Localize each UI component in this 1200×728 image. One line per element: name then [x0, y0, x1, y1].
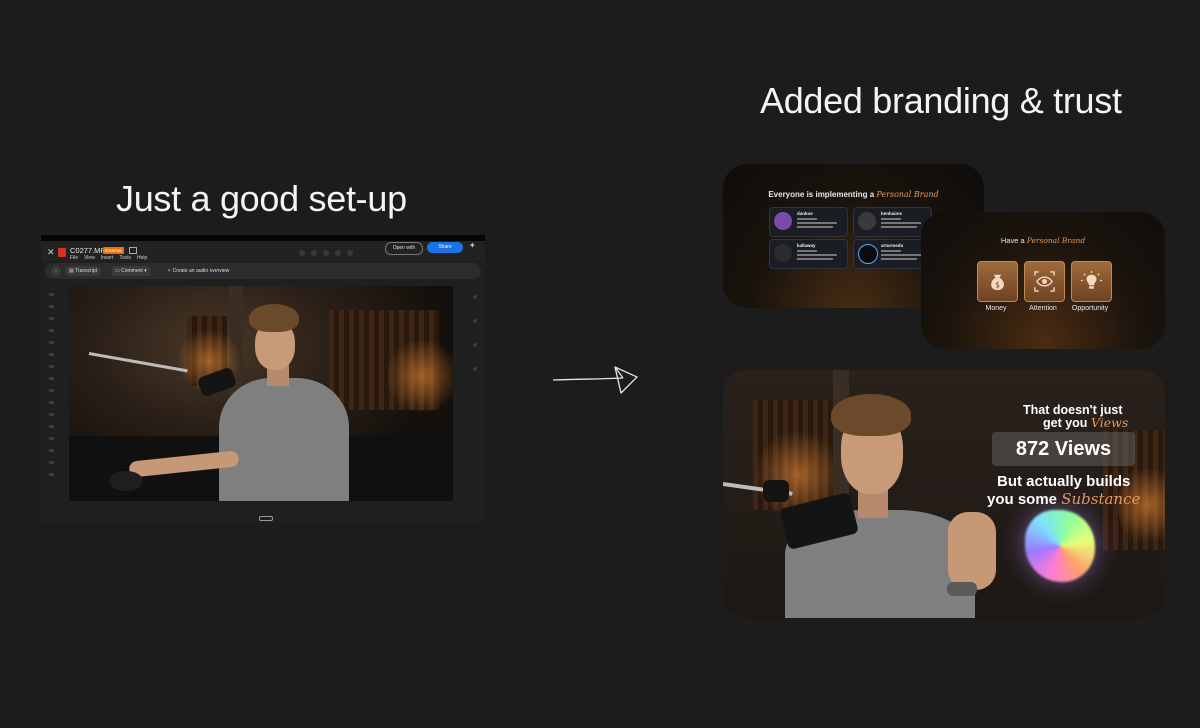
- video-frame[interactable]: [69, 286, 453, 501]
- avatar: [774, 212, 792, 230]
- have-title-prefix: Have a: [1000, 236, 1025, 245]
- views-line-4-prefix: you some: [987, 491, 1058, 508]
- comment-button[interactable]: ▭ Comment ▾: [111, 266, 151, 276]
- views-line-4-accent: Substance: [1061, 490, 1141, 508]
- menu-file[interactable]: File: [70, 255, 78, 261]
- avatar: [858, 244, 878, 264]
- folder-icon[interactable]: [129, 247, 137, 254]
- eye-icon: [1034, 271, 1055, 292]
- menu-view[interactable]: View: [84, 255, 95, 261]
- brand-slide-title: Everyone is implementing a Personal Bran…: [723, 190, 984, 199]
- views-line-3: But actually builds: [997, 473, 1131, 490]
- audio-overview-label: Create an audio overview: [172, 268, 230, 274]
- toolbar-icon[interactable]: [347, 250, 353, 256]
- profile-name: kallaway: [797, 243, 816, 248]
- transcript-label: Transcript: [75, 268, 98, 274]
- svg-text:$: $: [995, 280, 1000, 289]
- avatar: [774, 244, 792, 262]
- gradient-orb: [1025, 510, 1095, 582]
- have-slide-title: Have a Personal Brand: [921, 236, 1165, 245]
- brand-title-prefix: Everyone is implementing a: [768, 190, 875, 199]
- viewer-left-rail: [49, 293, 55, 493]
- money-tile: $: [977, 261, 1018, 302]
- opportunity-tile: [1071, 261, 1112, 302]
- menu-insert[interactable]: Insert: [101, 255, 114, 261]
- video-file-icon: [58, 248, 66, 257]
- views-count-badge: 872 Views: [992, 432, 1135, 466]
- video-viewer-screenshot: ✕ C0277.MP4 External File View Insert To…: [41, 235, 485, 523]
- toolbar-icon[interactable]: [299, 250, 305, 256]
- profile-name: benhaims: [881, 211, 903, 216]
- brand-title-accent: Personal Brand: [876, 190, 939, 199]
- profile-name: arturmedu: [881, 243, 904, 248]
- avatar: [858, 212, 876, 230]
- external-badge: External: [103, 247, 124, 254]
- opportunity-label: Opportunity: [1071, 305, 1109, 312]
- money-bag-icon: $: [991, 274, 1004, 291]
- views-line-2-accent: Views: [1090, 415, 1129, 430]
- views-slide: That doesn't just get you Views 872 View…: [723, 370, 1165, 618]
- lightbulb-icon: [1080, 270, 1103, 289]
- bottom-handle[interactable]: [259, 516, 273, 521]
- viewer-right-rail: [473, 295, 479, 415]
- profile-name: dankoe: [797, 211, 813, 216]
- views-line-2-prefix: get you: [1043, 416, 1088, 430]
- right-heading: Added branding & trust: [760, 80, 1122, 121]
- share-button[interactable]: Share: [427, 242, 463, 253]
- have-title-accent: Personal Brand: [1026, 236, 1086, 245]
- profile-card: dankoe: [769, 207, 848, 237]
- viewer-menu: File View Insert Tools Help: [70, 255, 147, 261]
- viewer-action-bar: ↓ ▤ Transcript ▭ Comment ▾ ✧ Create an a…: [45, 263, 481, 279]
- views-line-4: you some Substance: [987, 490, 1140, 508]
- menu-help[interactable]: Help: [137, 255, 147, 261]
- comment-label: Comment: [121, 268, 143, 274]
- attention-tile: [1024, 261, 1065, 302]
- gemini-star-icon[interactable]: ✦: [469, 241, 476, 250]
- right-arrow-icon: [552, 366, 638, 394]
- toolbar-icon[interactable]: [335, 250, 341, 256]
- download-icon[interactable]: ↓: [51, 266, 61, 276]
- views-line-2: get you Views: [1043, 415, 1128, 430]
- left-heading: Just a good set-up: [116, 178, 407, 219]
- open-with-button[interactable]: Open with: [385, 242, 423, 255]
- close-icon[interactable]: ✕: [47, 247, 55, 258]
- have-personal-brand-slide: Have a Personal Brand $ Money Attention …: [921, 212, 1165, 349]
- menu-tools[interactable]: Tools: [119, 255, 131, 261]
- toolbar-icons: [299, 250, 353, 256]
- profile-card: kallaway: [769, 239, 848, 269]
- toolbar-icon[interactable]: [311, 250, 317, 256]
- toolbar-icon[interactable]: [323, 250, 329, 256]
- transcript-button[interactable]: ▤ Transcript: [65, 266, 102, 276]
- audio-overview-button[interactable]: ✧ Create an audio overview: [163, 266, 233, 276]
